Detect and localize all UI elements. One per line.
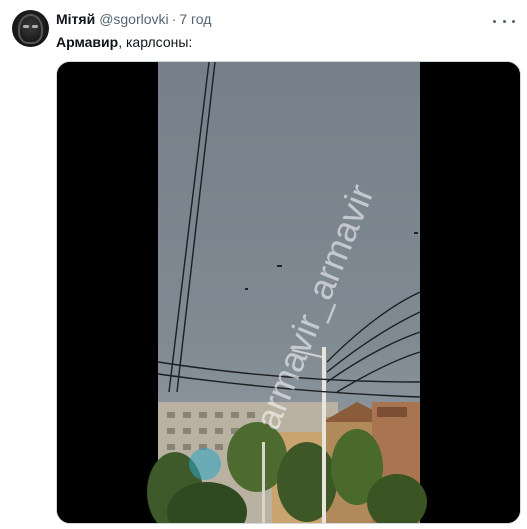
watermark-logo-icon bbox=[189, 448, 221, 480]
video-frame: armavir_armavir bbox=[57, 62, 520, 523]
tweet-timestamp[interactable]: 7 год bbox=[179, 11, 211, 27]
avatar-eye-right bbox=[32, 25, 38, 28]
video-content bbox=[147, 62, 427, 523]
author-handle[interactable]: @sgorlovki bbox=[99, 11, 168, 27]
tweet-text-rest: , карлсоны: bbox=[118, 34, 193, 50]
avatar[interactable] bbox=[12, 10, 49, 47]
tweet-text-bold: Армавир bbox=[56, 34, 119, 50]
tweet[interactable]: Мітяй @sgorlovki · 7 год Армавир, карлсо… bbox=[0, 0, 527, 529]
tweet-header: Мітяй @sgorlovki · 7 год bbox=[56, 11, 211, 29]
separator-dot: · bbox=[171, 11, 177, 27]
avatar-eye-left bbox=[23, 25, 29, 28]
more-horizontal-icon[interactable] bbox=[493, 14, 515, 28]
author-name[interactable]: Мітяй bbox=[56, 11, 95, 27]
tweet-video[interactable]: armavir_armavir bbox=[56, 61, 521, 524]
avatar-hood-shape bbox=[18, 14, 43, 44]
tweet-text: Армавир, карлсоны: bbox=[56, 33, 192, 51]
